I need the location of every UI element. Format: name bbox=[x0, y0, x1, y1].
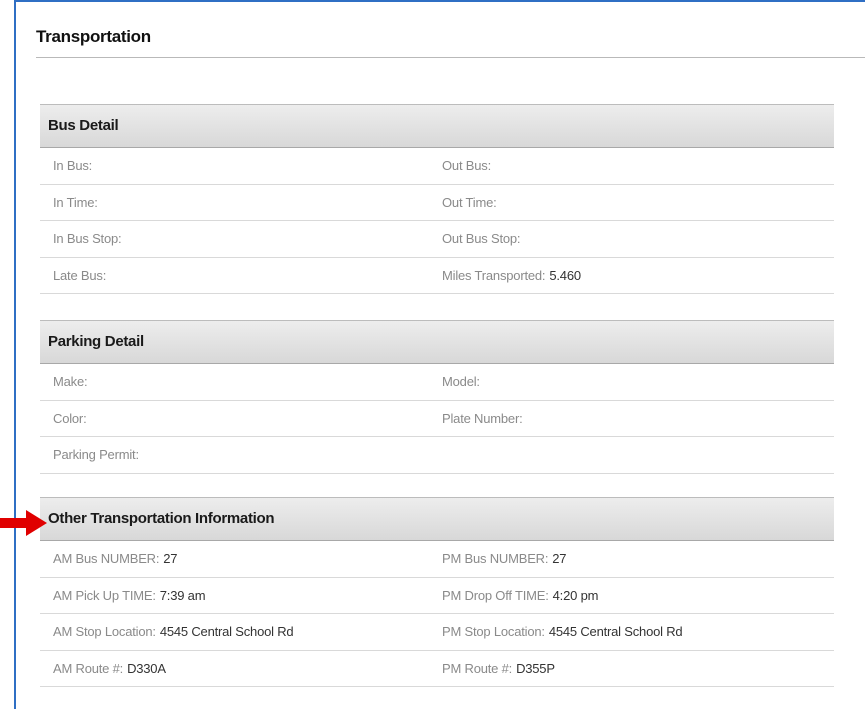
am-pick-up-time-field: AM Pick Up TIME: 7:39 am bbox=[53, 578, 206, 613]
field-label: Miles Transported: bbox=[442, 267, 546, 283]
field-label: PM Bus NUMBER: bbox=[442, 551, 549, 566]
field-label: Late Bus: bbox=[53, 267, 107, 283]
field-label: Color: bbox=[53, 410, 87, 426]
field-label: Plate Number: bbox=[442, 410, 523, 426]
table-row: AM Stop Location: 4545 Central School Rd … bbox=[40, 614, 834, 651]
field-value: D330A bbox=[127, 660, 166, 676]
am-bus-number-field: AM Bus NUMBER: 27 bbox=[53, 541, 178, 576]
field-value: D355P bbox=[516, 660, 555, 676]
field-label: PM Stop Location: bbox=[442, 624, 545, 639]
out-time-field: Out Time: bbox=[442, 185, 501, 220]
field-label: Out Bus Stop: bbox=[442, 231, 521, 246]
parking-detail-section: Parking Detail Make: Model: Color: Plate… bbox=[40, 320, 834, 474]
field-value: 4545 Central School Rd bbox=[159, 624, 294, 639]
field-label: AM Stop Location: bbox=[53, 624, 156, 639]
title-divider bbox=[36, 57, 865, 58]
page-title: Transportation bbox=[36, 27, 151, 46]
other-transportation-section: Other Transportation Information AM Bus … bbox=[40, 497, 834, 687]
miles-transported-field: Miles Transported: 5.460 bbox=[442, 258, 581, 293]
in-bus-stop-field: In Bus Stop: bbox=[53, 221, 125, 256]
out-bus-stop-field: Out Bus Stop: bbox=[442, 221, 524, 256]
color-field: Color: bbox=[53, 401, 90, 436]
field-value: 5.460 bbox=[549, 267, 581, 283]
table-row: AM Bus NUMBER: 27 PM Bus NUMBER: 27 bbox=[40, 541, 834, 578]
bus-detail-section: Bus Detail In Bus: Out Bus: In Time: Out… bbox=[40, 104, 834, 294]
field-value: 27 bbox=[552, 551, 567, 566]
in-bus-field: In Bus: bbox=[53, 148, 96, 183]
field-label: Out Time: bbox=[442, 194, 497, 210]
red-arrow-right-icon bbox=[0, 510, 47, 536]
field-label: AM Bus NUMBER: bbox=[53, 551, 160, 566]
field-label: In Time: bbox=[53, 194, 98, 210]
field-label: In Bus: bbox=[53, 158, 93, 173]
table-row: Color: Plate Number: bbox=[40, 401, 834, 437]
in-time-field: In Time: bbox=[53, 185, 102, 220]
field-label: PM Route #: bbox=[442, 660, 513, 676]
table-row: Parking Permit: bbox=[40, 437, 834, 474]
table-row: In Bus Stop: Out Bus Stop: bbox=[40, 221, 834, 258]
other-transportation-header: Other Transportation Information bbox=[40, 497, 834, 541]
am-stop-location-field: AM Stop Location: 4545 Central School Rd bbox=[53, 614, 294, 649]
pm-stop-location-field: PM Stop Location: 4545 Central School Rd bbox=[442, 614, 683, 649]
table-row: AM Route #: D330A PM Route #: D355P bbox=[40, 651, 834, 687]
field-label: Model: bbox=[442, 374, 480, 389]
field-value: 7:39 am bbox=[159, 587, 206, 603]
out-bus-field: Out Bus: bbox=[442, 148, 495, 183]
table-row: In Bus: Out Bus: bbox=[40, 148, 834, 185]
make-field: Make: bbox=[53, 364, 91, 399]
pm-route-field: PM Route #: D355P bbox=[442, 651, 555, 686]
am-route-field: AM Route #: D330A bbox=[53, 651, 166, 686]
late-bus-field: Late Bus: bbox=[53, 258, 110, 293]
parking-permit-field: Parking Permit: bbox=[53, 437, 143, 472]
table-row: In Time: Out Time: bbox=[40, 185, 834, 221]
field-value: 27 bbox=[163, 551, 178, 566]
field-label: In Bus Stop: bbox=[53, 231, 122, 246]
field-label: AM Pick Up TIME: bbox=[53, 587, 156, 603]
field-value: 4:20 pm bbox=[552, 587, 599, 603]
pm-drop-off-time-field: PM Drop Off TIME: 4:20 pm bbox=[442, 578, 598, 613]
plate-number-field: Plate Number: bbox=[442, 401, 527, 436]
bus-detail-header: Bus Detail bbox=[40, 104, 834, 148]
field-label: Parking Permit: bbox=[53, 447, 139, 462]
field-label: Make: bbox=[53, 374, 88, 389]
parking-detail-header: Parking Detail bbox=[40, 320, 834, 364]
field-label: AM Route #: bbox=[53, 660, 124, 676]
field-label: PM Drop Off TIME: bbox=[442, 587, 549, 603]
field-value: 4545 Central School Rd bbox=[548, 624, 683, 639]
pm-bus-number-field: PM Bus NUMBER: 27 bbox=[442, 541, 567, 576]
table-row: AM Pick Up TIME: 7:39 am PM Drop Off TIME… bbox=[40, 578, 834, 614]
field-label: Out Bus: bbox=[442, 158, 491, 173]
table-row: Make: Model: bbox=[40, 364, 834, 401]
table-row: Late Bus: Miles Transported: 5.460 bbox=[40, 258, 834, 294]
model-field: Model: bbox=[442, 364, 484, 399]
